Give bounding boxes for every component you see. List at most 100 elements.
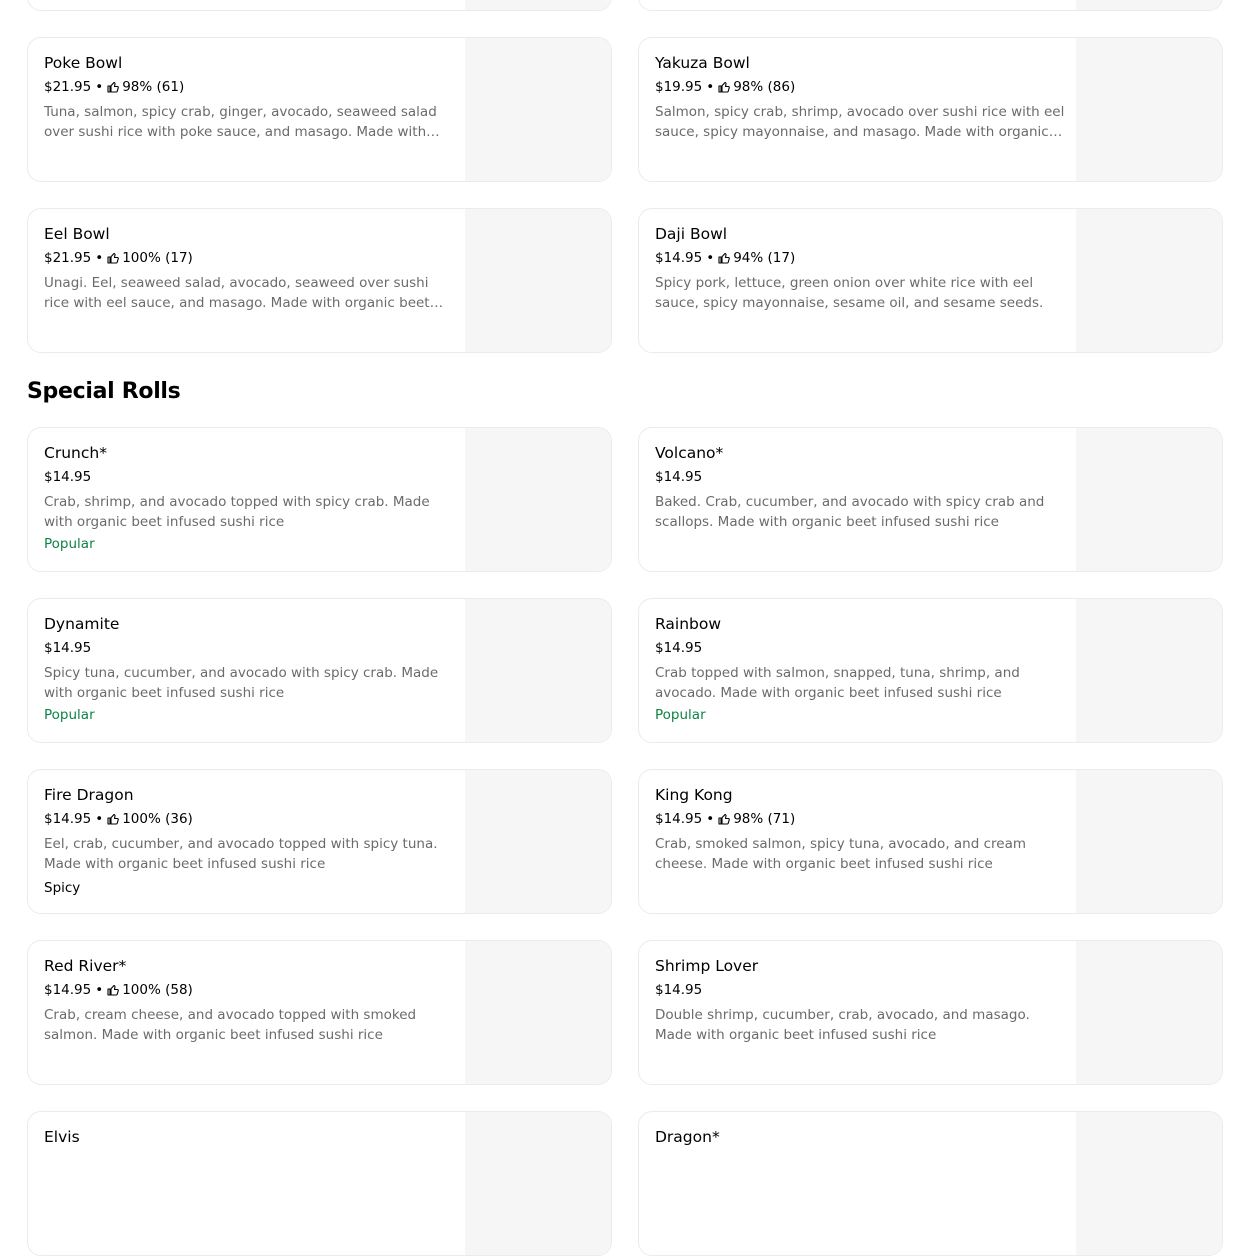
item-description: Salmon, spicy crab, shrimp, avocado over… bbox=[655, 104, 1065, 140]
menu-item-yakuza-bowl[interactable]: Yakuza Bowl $19.95 • 98% (86) Salmon, spi… bbox=[638, 37, 1223, 182]
item-meta: $14.95 • 94% (17) bbox=[655, 250, 796, 266]
item-rating: 98% (86) bbox=[733, 79, 796, 95]
item-description: Double shrimp, cucumber, crab, avocado, … bbox=[655, 1007, 1030, 1043]
item-price: $14.95 bbox=[44, 640, 92, 656]
item-meta: $14.95 bbox=[655, 981, 1065, 999]
item-price: $14.95 bbox=[44, 811, 92, 827]
popular-badge: Popular bbox=[44, 707, 95, 723]
item-meta: $21.95 • 98% (61) bbox=[44, 79, 185, 95]
thumbs-up-icon bbox=[718, 252, 731, 264]
section-title-special-rolls: Special Rolls bbox=[27, 379, 181, 404]
item-image bbox=[1076, 941, 1222, 1084]
item-price: $19.95 bbox=[655, 79, 703, 95]
item-name: Red River* bbox=[44, 957, 127, 975]
thumbs-up-icon bbox=[107, 813, 120, 825]
item-price: $14.95 bbox=[44, 982, 92, 998]
item-description: Crab, shrimp, and avocado topped with sp… bbox=[44, 494, 430, 530]
menu-item-card[interactable] bbox=[27, 0, 612, 11]
item-price: $14.95 bbox=[655, 811, 703, 827]
item-name: Dragon* bbox=[655, 1128, 720, 1146]
item-price: $21.95 bbox=[44, 250, 92, 266]
menu-item-volcano[interactable]: Volcano* $14.95 Baked. Crab, cucumber, a… bbox=[638, 427, 1223, 572]
item-image bbox=[465, 0, 611, 10]
item-meta: $21.95 • 100% (17) bbox=[44, 250, 193, 266]
item-description: Eel, crab, cucumber, and avocado topped … bbox=[44, 836, 438, 872]
item-image bbox=[1076, 38, 1222, 181]
item-name: Shrimp Lover bbox=[655, 957, 759, 975]
item-description: Unagi. Eel, seaweed salad, avocado, seaw… bbox=[44, 275, 430, 311]
item-rating: 98% (71) bbox=[733, 811, 796, 827]
item-meta: $14.95 • 100% (58) bbox=[44, 982, 193, 998]
menu-item-fire-dragon[interactable]: Fire Dragon $14.95 • 100% (36) Eel, crab,… bbox=[27, 769, 612, 914]
menu-item-elvis[interactable]: Elvis bbox=[27, 1111, 612, 1256]
menu-item-crunch[interactable]: Crunch* $14.95 Crab, shrimp, and avocado… bbox=[27, 427, 612, 572]
menu-item-eel-bowl[interactable]: Eel Bowl $21.95 • 100% (17) Unagi. Eel, s… bbox=[27, 208, 612, 353]
item-image bbox=[465, 209, 611, 352]
item-image bbox=[1076, 770, 1222, 913]
item-image bbox=[1076, 0, 1222, 10]
item-description: Spicy pork, lettuce, green onion over wh… bbox=[655, 275, 1044, 311]
item-description: Crab, cream cheese, and avocado topped w… bbox=[44, 1007, 417, 1043]
menu-item-poke-bowl[interactable]: Poke Bowl $21.95 • 98% (61) Tuna, salmon,… bbox=[27, 37, 612, 182]
item-image bbox=[1076, 1112, 1222, 1255]
item-description: Tuna, salmon, spicy crab, ginger, avocad… bbox=[44, 104, 437, 140]
item-description: Baked. Crab, cucumber, and avocado with … bbox=[655, 494, 1045, 530]
item-name: Fire Dragon bbox=[44, 786, 134, 804]
menu-item-king-kong[interactable]: King Kong $14.95 • 98% (71) Crab, smoked … bbox=[638, 769, 1223, 914]
item-name: Volcano* bbox=[655, 444, 724, 462]
item-meta: $14.95 • 100% (36) bbox=[44, 811, 193, 827]
popular-badge: Popular bbox=[44, 536, 95, 552]
item-name: Dynamite bbox=[44, 615, 120, 633]
menu-item-dragon[interactable]: Dragon* bbox=[638, 1111, 1223, 1256]
item-image bbox=[1076, 599, 1222, 742]
item-meta: $14.95 bbox=[655, 639, 1065, 657]
item-description: Crab, smoked salmon, spicy tuna, avocado… bbox=[655, 836, 1026, 872]
item-meta: $14.95 bbox=[655, 468, 1065, 486]
item-meta: $14.95 bbox=[44, 639, 454, 657]
item-image bbox=[465, 428, 611, 571]
item-name: Yakuza Bowl bbox=[655, 54, 750, 72]
item-rating: 100% (17) bbox=[122, 250, 193, 266]
item-name: Daji Bowl bbox=[655, 225, 728, 243]
item-meta: $14.95 • 98% (71) bbox=[655, 811, 796, 827]
item-image bbox=[1076, 209, 1222, 352]
spicy-tag: Spicy bbox=[44, 880, 81, 896]
item-price: $14.95 bbox=[44, 469, 92, 485]
item-price: $14.95 bbox=[655, 640, 703, 656]
item-image bbox=[1076, 428, 1222, 571]
item-image bbox=[465, 38, 611, 181]
item-description: Spicy tuna, cucumber, and avocado with s… bbox=[44, 665, 439, 701]
item-rating: 100% (58) bbox=[122, 982, 193, 998]
item-rating: 98% (61) bbox=[122, 79, 185, 95]
thumbs-up-icon bbox=[718, 81, 731, 93]
menu-item-daji-bowl[interactable]: Daji Bowl $14.95 • 94% (17) Spicy pork, l… bbox=[638, 208, 1223, 353]
item-name: Eel Bowl bbox=[44, 225, 110, 243]
item-name: Rainbow bbox=[655, 615, 722, 633]
popular-badge: Popular bbox=[655, 707, 706, 723]
item-image bbox=[465, 941, 611, 1084]
menu-item-dynamite[interactable]: Dynamite $14.95 Spicy tuna, cucumber, an… bbox=[27, 598, 612, 743]
item-image bbox=[465, 1112, 611, 1255]
menu-item-card[interactable] bbox=[638, 0, 1223, 11]
item-rating: 94% (17) bbox=[733, 250, 796, 266]
menu-item-red-river[interactable]: Red River* $14.95 • 100% (58) Crab, cream… bbox=[27, 940, 612, 1085]
thumbs-up-icon bbox=[107, 252, 120, 264]
item-price: $21.95 bbox=[44, 79, 92, 95]
item-price: $14.95 bbox=[655, 250, 703, 266]
item-meta: $19.95 • 98% (86) bbox=[655, 79, 796, 95]
item-name: Crunch* bbox=[44, 444, 107, 462]
menu-item-shrimp-lover[interactable]: Shrimp Lover $14.95 Double shrimp, cucum… bbox=[638, 940, 1223, 1085]
item-meta: $14.95 bbox=[44, 468, 454, 486]
item-description: Crab topped with salmon, snapped, tuna, … bbox=[655, 665, 1020, 701]
thumbs-up-icon bbox=[107, 81, 120, 93]
item-price: $14.95 bbox=[655, 469, 703, 485]
item-name: King Kong bbox=[655, 786, 733, 804]
thumbs-up-icon bbox=[718, 813, 731, 825]
item-rating: 100% (36) bbox=[122, 811, 193, 827]
item-price: $14.95 bbox=[655, 982, 703, 998]
item-name: Elvis bbox=[44, 1128, 80, 1146]
menu-item-rainbow[interactable]: Rainbow $14.95 Crab topped with salmon, … bbox=[638, 598, 1223, 743]
item-image bbox=[465, 599, 611, 742]
thumbs-up-icon bbox=[107, 984, 120, 996]
item-name: Poke Bowl bbox=[44, 54, 123, 72]
